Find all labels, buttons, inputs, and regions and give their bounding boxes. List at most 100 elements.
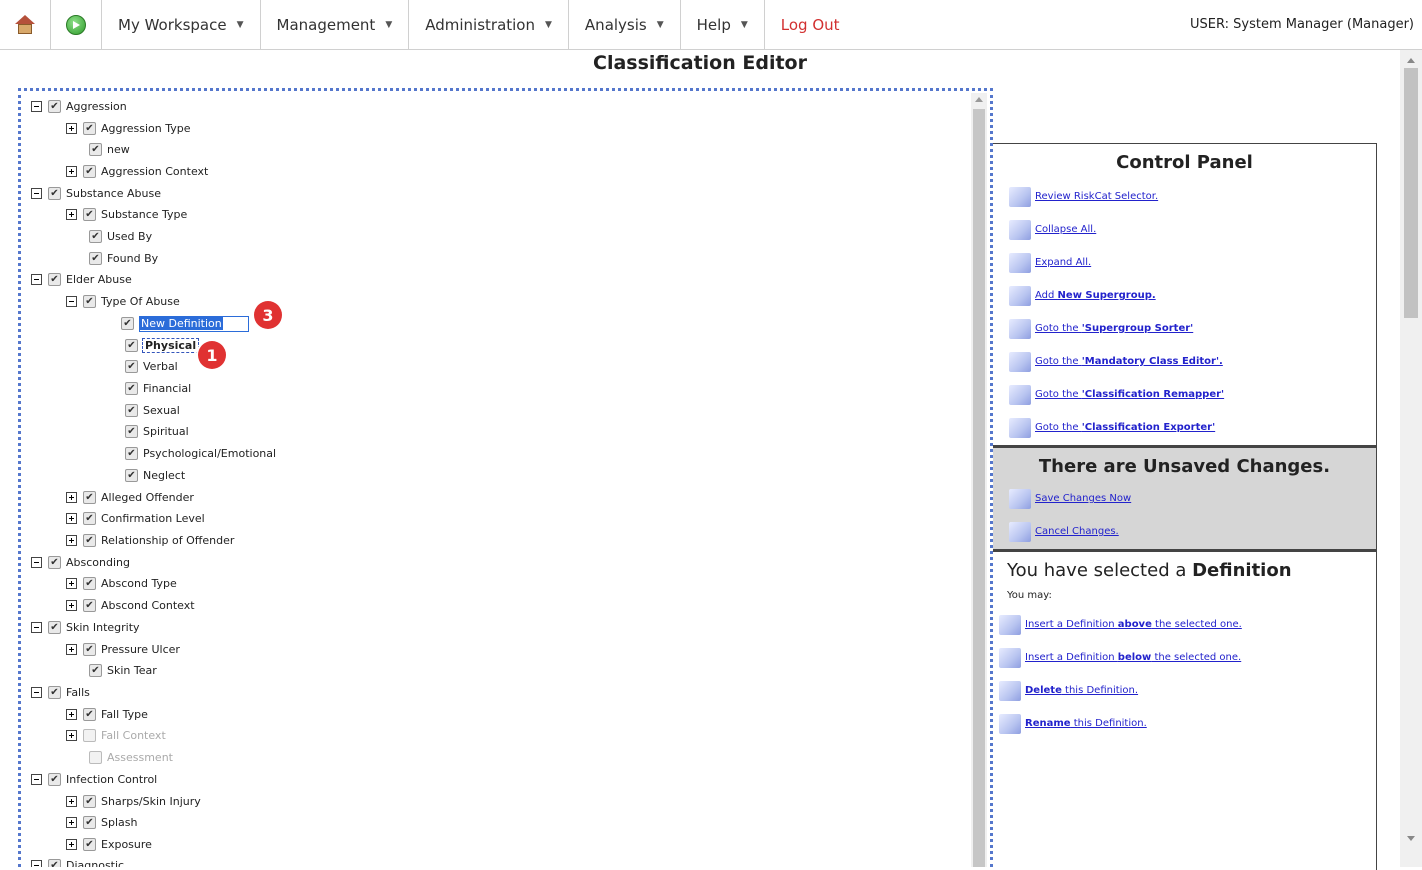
tree-scrollbar[interactable] [971, 93, 987, 867]
collapse-icon[interactable] [31, 622, 42, 633]
checkbox[interactable] [48, 556, 61, 569]
collapse-icon[interactable] [31, 774, 42, 785]
checkbox[interactable] [83, 577, 96, 590]
tree-node-substance-abuse[interactable]: Substance Abuse [31, 183, 161, 204]
tree-node-assessment[interactable]: Assessment [89, 747, 173, 768]
checkbox[interactable] [83, 534, 96, 547]
tree-node-abscond-context[interactable]: Abscond Context [66, 595, 195, 616]
checkbox[interactable] [83, 816, 96, 829]
tree-node-sharps[interactable]: Sharps/Skin Injury [66, 791, 201, 812]
expand-icon[interactable] [66, 839, 77, 850]
review-riskcat-link[interactable]: Review RiskCat Selector. [1009, 180, 1376, 213]
tree-node-type-of-abuse[interactable]: Type Of Abuse [66, 291, 180, 312]
checkbox[interactable] [89, 252, 102, 265]
checkbox[interactable] [83, 295, 96, 308]
tree-node-new[interactable]: new [89, 139, 130, 160]
expand-icon[interactable] [66, 709, 77, 720]
tree-node-verbal[interactable]: Verbal [125, 356, 178, 377]
checkbox[interactable] [48, 187, 61, 200]
expand-icon[interactable] [66, 492, 77, 503]
tree-node-neglect[interactable]: Neglect [125, 465, 185, 486]
tree-node-exposure[interactable]: Exposure [66, 834, 152, 855]
tree-node-found-by[interactable]: Found By [89, 248, 158, 269]
collapse-all-link[interactable]: Collapse All. [1009, 213, 1376, 246]
checkbox[interactable] [89, 230, 102, 243]
checkbox[interactable] [83, 122, 96, 135]
checkbox[interactable] [83, 643, 96, 656]
tree-node-fall-type[interactable]: Fall Type [66, 704, 148, 725]
tree-node-elder-abuse[interactable]: Elder Abuse [31, 269, 132, 290]
checkbox[interactable] [125, 360, 138, 373]
logout-link[interactable]: Log Out [765, 0, 856, 50]
checkbox[interactable] [48, 621, 61, 634]
checkbox[interactable] [83, 491, 96, 504]
collapse-icon[interactable] [31, 188, 42, 199]
mandatory-class-editor-link[interactable]: Goto the 'Mandatory Class Editor'. [1009, 345, 1376, 378]
menu-my-workspace[interactable]: My Workspace ▼ [102, 0, 260, 50]
tree-node-skin-tear[interactable]: Skin Tear [89, 660, 157, 681]
tree-node-abscond-type[interactable]: Abscond Type [66, 573, 177, 594]
add-supergroup-link[interactable]: Add New Supergroup. [1009, 279, 1376, 312]
expand-icon[interactable] [66, 123, 77, 134]
checkbox[interactable] [83, 208, 96, 221]
collapse-icon[interactable] [31, 687, 42, 698]
insert-below-link[interactable]: Insert a Definition below the selected o… [999, 641, 1376, 674]
expand-icon[interactable] [66, 513, 77, 524]
cancel-changes-link[interactable]: Cancel Changes. [1009, 515, 1376, 548]
checkbox-unchecked[interactable] [83, 729, 96, 742]
collapse-icon[interactable] [31, 101, 42, 112]
checkbox[interactable] [121, 317, 134, 330]
menu-analysis[interactable]: Analysis ▼ [569, 0, 680, 50]
checkbox[interactable] [83, 838, 96, 851]
tree-node-aggression-type[interactable]: Aggression Type [66, 118, 191, 139]
tree-node-skin-integrity[interactable]: Skin Integrity [31, 617, 140, 638]
tree-node-infection-control[interactable]: Infection Control [31, 769, 157, 790]
delete-definition-link[interactable]: Delete this Definition. [999, 674, 1376, 707]
tree-node-physical[interactable]: Physical [125, 335, 200, 356]
expand-icon[interactable] [66, 209, 77, 220]
tree-node-aggression-context[interactable]: Aggression Context [66, 161, 208, 182]
collapse-icon[interactable] [31, 274, 42, 285]
checkbox[interactable] [89, 664, 102, 677]
insert-above-link[interactable]: Insert a Definition above the selected o… [999, 608, 1376, 641]
checkbox[interactable] [125, 469, 138, 482]
checkbox-unchecked[interactable] [89, 751, 102, 764]
checkbox[interactable] [48, 100, 61, 113]
menu-management[interactable]: Management ▼ [261, 0, 409, 50]
tree-node-substance-type[interactable]: Substance Type [66, 204, 187, 225]
expand-icon[interactable] [66, 644, 77, 655]
expand-icon[interactable] [66, 166, 77, 177]
checkbox[interactable] [83, 708, 96, 721]
checkbox[interactable] [48, 859, 61, 867]
expand-icon[interactable] [66, 578, 77, 589]
collapse-icon[interactable] [31, 860, 42, 867]
tree-node-spiritual[interactable]: Spiritual [125, 421, 189, 442]
expand-icon[interactable] [66, 600, 77, 611]
tree-node-splash[interactable]: Splash [66, 812, 137, 833]
menu-help[interactable]: Help ▼ [681, 0, 764, 50]
expand-icon[interactable] [66, 817, 77, 828]
checkbox[interactable] [125, 425, 138, 438]
checkbox[interactable] [83, 599, 96, 612]
expand-icon[interactable] [66, 796, 77, 807]
tree-node-new-definition[interactable]: New Definition [121, 313, 249, 334]
home-icon[interactable] [0, 0, 50, 50]
tree-node-aggression[interactable]: Aggression [31, 96, 127, 117]
tree-node-sexual[interactable]: Sexual [125, 400, 180, 421]
tree-node-pressure-ulcer[interactable]: Pressure Ulcer [66, 639, 180, 660]
tree-node-confirmation-level[interactable]: Confirmation Level [66, 508, 205, 529]
checkbox[interactable] [125, 339, 138, 352]
expand-all-link[interactable]: Expand All. [1009, 246, 1376, 279]
checkbox[interactable] [125, 404, 138, 417]
expand-icon[interactable] [66, 730, 77, 741]
menu-administration[interactable]: Administration ▼ [409, 0, 568, 50]
scroll-up-icon[interactable] [1407, 58, 1415, 63]
checkbox[interactable] [125, 382, 138, 395]
save-changes-link[interactable]: Save Changes Now [1009, 482, 1376, 515]
tree-node-financial[interactable]: Financial [125, 378, 191, 399]
scroll-down-icon[interactable] [1407, 836, 1415, 841]
tree-node-relationship-of-offender[interactable]: Relationship of Offender [66, 530, 234, 551]
classification-remapper-link[interactable]: Goto the 'Classification Remapper' [1009, 378, 1376, 411]
checkbox[interactable] [48, 686, 61, 699]
tree-node-absconding[interactable]: Absconding [31, 552, 130, 573]
